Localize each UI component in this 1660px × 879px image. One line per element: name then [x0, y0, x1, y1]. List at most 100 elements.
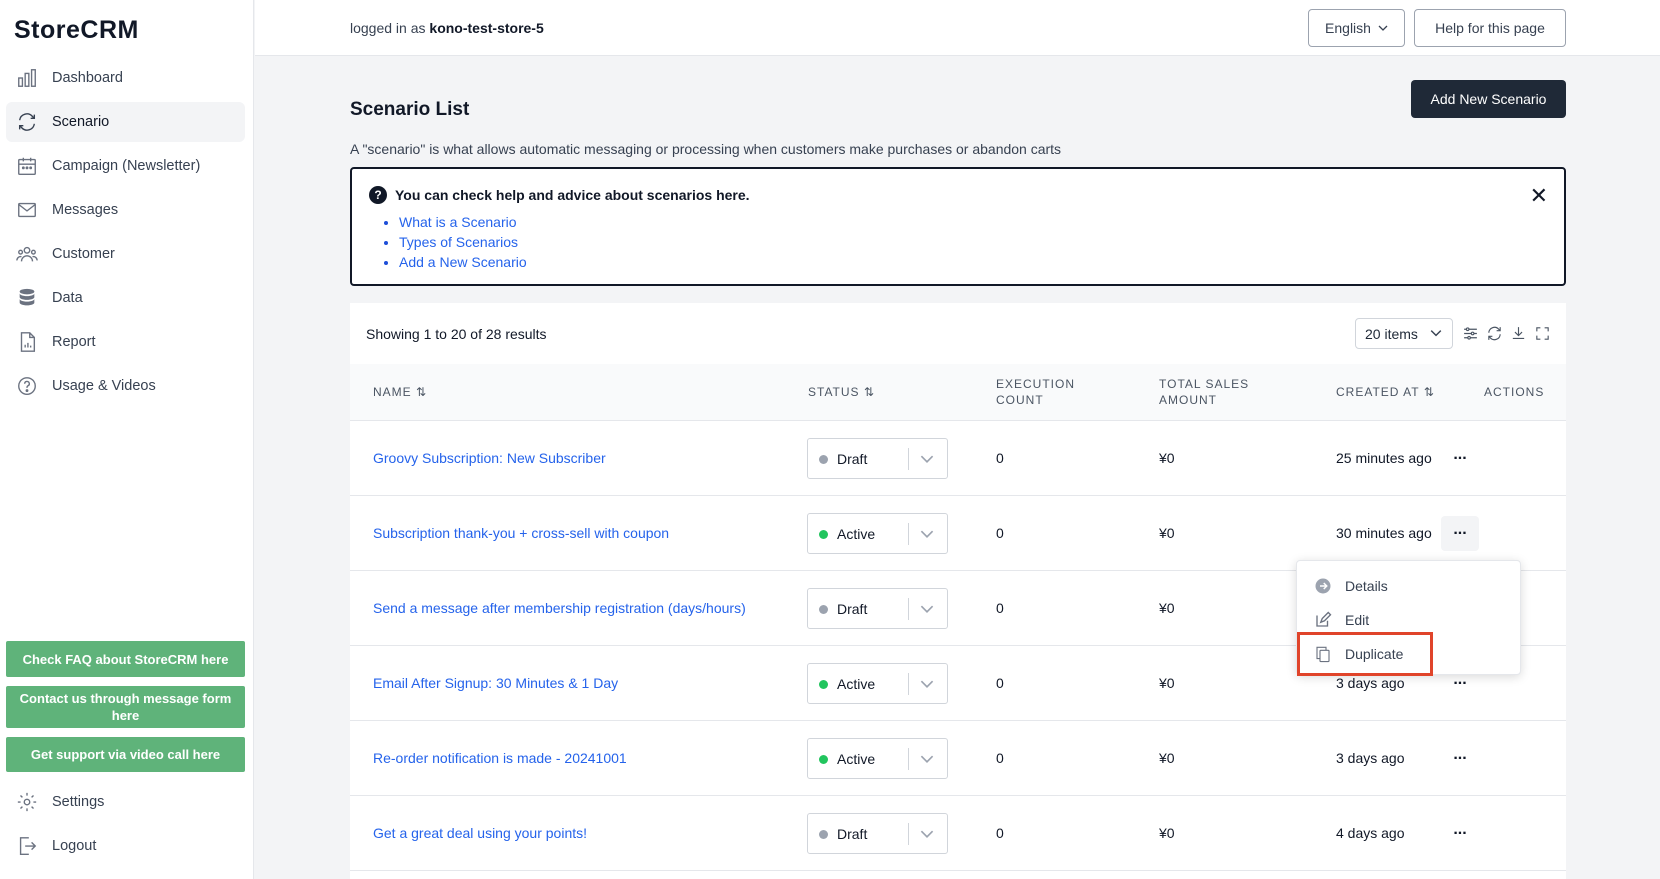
total-sales: ¥0: [1159, 825, 1175, 841]
menu-item-label: Edit: [1345, 612, 1370, 628]
chevron-down-icon: [1378, 25, 1388, 31]
top-bar: logged in as kono-test-store-5 English H…: [255, 0, 1660, 56]
divider: [908, 448, 909, 470]
refresh-icon[interactable]: [1486, 325, 1503, 342]
status-dot: [819, 680, 828, 689]
sidebar-item-label: Settings: [52, 794, 105, 810]
help-link-item: What is a Scenario: [399, 212, 527, 232]
sidebar-item-campaign[interactable]: Campaign (Newsletter): [6, 146, 245, 186]
divider: [908, 823, 909, 845]
page-size-select[interactable]: 20 items: [1355, 318, 1453, 349]
status-select[interactable]: Active: [807, 663, 948, 704]
expand-icon[interactable]: [1534, 325, 1551, 342]
status-dot: [819, 605, 828, 614]
status-dot: [819, 530, 828, 539]
sidebar-item-report[interactable]: Report: [6, 322, 245, 362]
column-header-created-at[interactable]: CREATED AT ⇅: [1336, 384, 1435, 400]
status-label: Draft: [837, 826, 868, 842]
faq-button[interactable]: Check FAQ about StoreCRM here: [6, 641, 245, 677]
menu-item-details[interactable]: Details: [1297, 569, 1522, 603]
scenario-name-link[interactable]: Re-order notification is made - 20241001: [373, 750, 627, 766]
video-support-button[interactable]: Get support via video call here: [6, 737, 245, 772]
chevron-down-icon: [920, 830, 934, 838]
column-header-name[interactable]: NAME ⇅: [373, 384, 427, 400]
table-row: Groovy Subscription: New Subscriber Draf…: [350, 421, 1566, 496]
help-heading-text: You can check help and advice about scen…: [395, 187, 750, 203]
sidebar-item-label: Messages: [52, 202, 119, 218]
column-header-execution-count: EXECUTION COUNT: [996, 377, 1076, 407]
divider: [908, 523, 909, 545]
sidebar-item-data[interactable]: Data: [6, 278, 245, 318]
total-sales: ¥0: [1159, 450, 1175, 466]
divider: [908, 598, 909, 620]
scenario-name-link[interactable]: Send a message after membership registra…: [373, 600, 746, 616]
contact-button[interactable]: Contact us through message form here: [6, 686, 245, 728]
scenario-name-link[interactable]: Subscription thank-you + cross-sell with…: [373, 525, 669, 541]
menu-item-edit[interactable]: Edit: [1297, 603, 1522, 637]
status-label: Active: [837, 526, 876, 542]
sidebar-item-usage-videos[interactable]: Usage & Videos: [6, 366, 245, 406]
status-label: Active: [837, 676, 876, 692]
refresh-icon: [18, 113, 36, 131]
language-select[interactable]: English: [1308, 9, 1405, 47]
scenario-name-link[interactable]: Groovy Subscription: New Subscriber: [373, 450, 606, 466]
actions-menu-button[interactable]: ...: [1441, 516, 1479, 551]
execution-count: 0: [996, 525, 1004, 541]
add-new-scenario-button[interactable]: Add New Scenario: [1411, 80, 1566, 118]
sidebar-item-logout[interactable]: Logout: [6, 826, 245, 866]
status-select[interactable]: Draft: [807, 813, 948, 854]
app-logo[interactable]: StoreCRM: [14, 16, 139, 45]
total-sales: ¥0: [1159, 525, 1175, 541]
calendar-icon: [18, 157, 36, 175]
sidebar-item-settings[interactable]: Settings: [6, 782, 245, 822]
status-dot: [819, 830, 828, 839]
help-page-button[interactable]: Help for this page: [1414, 9, 1566, 47]
status-select[interactable]: Draft: [807, 438, 948, 479]
table-row: Re-order notification is made - 20241001…: [350, 721, 1566, 796]
sidebar-nav: Dashboard Scenario Campaign (Newsletter)…: [6, 58, 245, 410]
actions-menu-button[interactable]: ...: [1441, 741, 1479, 776]
sidebar-item-messages[interactable]: Messages: [6, 190, 245, 230]
scenario-name-link[interactable]: Email After Signup: 30 Minutes & 1 Day: [373, 675, 618, 691]
status-select[interactable]: Active: [807, 738, 948, 779]
chevron-down-icon: [920, 605, 934, 613]
sidebar-item-label: Campaign (Newsletter): [52, 158, 201, 174]
table-header: NAME ⇅ STATUS ⇅ EXECUTION COUNT TOTAL SAL…: [350, 364, 1566, 421]
question-circle-icon: ?: [369, 186, 387, 204]
column-header-status[interactable]: STATUS ⇅: [808, 384, 875, 400]
filter-settings-icon[interactable]: [1462, 325, 1479, 342]
what-is-scenario-link[interactable]: What is a Scenario: [399, 214, 517, 230]
close-icon[interactable]: ✕: [1530, 183, 1548, 209]
sidebar-item-label: Customer: [52, 246, 115, 262]
execution-count: 0: [996, 600, 1004, 616]
scenario-name-link[interactable]: Get a great deal using your points!: [373, 825, 587, 841]
menu-item-label: Details: [1345, 578, 1388, 594]
arrow-right-circle-icon: [1315, 578, 1331, 594]
status-select[interactable]: Draft: [807, 588, 948, 629]
chevron-down-icon: [920, 680, 934, 688]
download-icon[interactable]: [1510, 325, 1527, 342]
page-description: A "scenario" is what allows automatic me…: [350, 141, 1062, 157]
actions-dropdown-menu: Details Edit Duplicate: [1296, 560, 1522, 676]
table-row: Get a great deal using your points! Draf…: [350, 796, 1566, 871]
language-label: English: [1325, 20, 1371, 36]
sidebar-item-scenario[interactable]: Scenario: [6, 102, 245, 142]
sidebar-item-label: Report: [52, 334, 96, 350]
status-select[interactable]: Active: [807, 513, 948, 554]
add-new-scenario-link[interactable]: Add a New Scenario: [399, 254, 527, 270]
sidebar-item-label: Data: [52, 290, 83, 306]
menu-item-duplicate[interactable]: Duplicate: [1297, 632, 1433, 676]
types-of-scenarios-link[interactable]: Types of Scenarios: [399, 234, 518, 250]
divider: [908, 748, 909, 770]
menu-item-label: Duplicate: [1345, 646, 1404, 662]
execution-count: 0: [996, 450, 1004, 466]
duplicate-icon: [1316, 646, 1330, 663]
sidebar-item-label: Dashboard: [52, 70, 123, 86]
divider: [908, 673, 909, 695]
sidebar-item-dashboard[interactable]: Dashboard: [6, 58, 245, 98]
actions-menu-button[interactable]: ...: [1441, 441, 1479, 476]
total-sales: ¥0: [1159, 750, 1175, 766]
chart-bar-icon: [18, 69, 36, 87]
sidebar-item-customer[interactable]: Customer: [6, 234, 245, 274]
actions-menu-button[interactable]: ...: [1441, 816, 1479, 851]
